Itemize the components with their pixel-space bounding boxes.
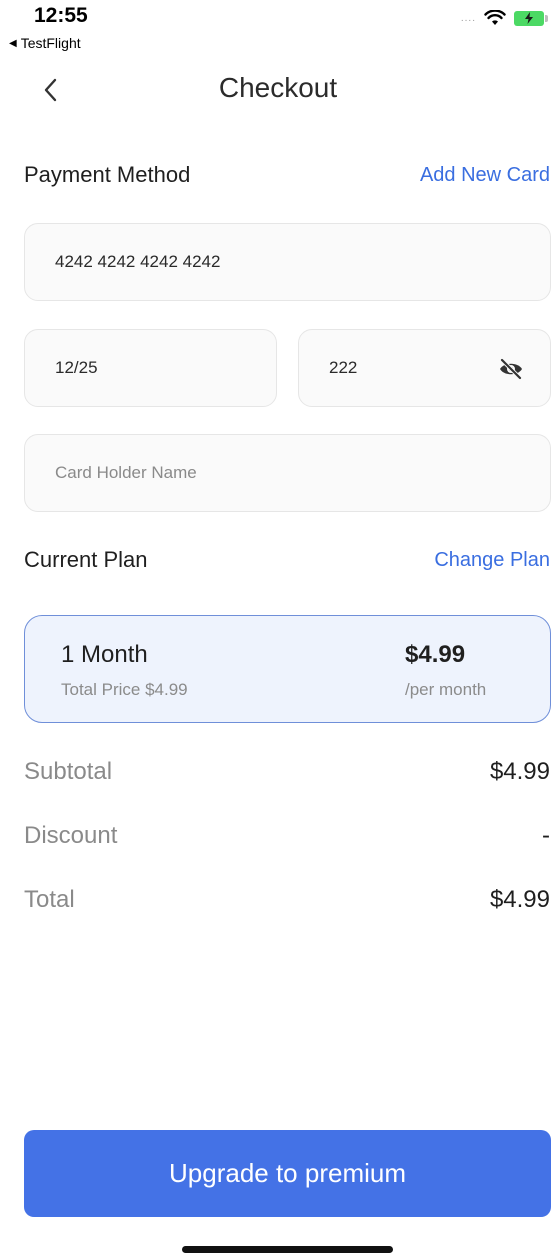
wifi-icon	[484, 10, 506, 25]
upgrade-button-label: Upgrade to premium	[169, 1158, 406, 1188]
status-time: 12:55	[34, 4, 88, 27]
eye-slash-icon[interactable]	[498, 357, 524, 381]
card-number-value: 4242 4242 4242 4242	[55, 252, 221, 271]
card-holder-name-field[interactable]: Card Holder Name	[24, 434, 551, 512]
current-plan-card[interactable]: 1 Month Total Price $4.99 $4.99 /per mon…	[24, 615, 551, 723]
total-label: Total	[24, 886, 75, 913]
status-indicators: ....	[460, 10, 548, 26]
current-plan-label: Current Plan	[24, 547, 148, 572]
plan-total-price: Total Price $4.99	[61, 680, 188, 699]
plan-period: /per month	[405, 680, 487, 699]
home-indicator[interactable]	[182, 1246, 393, 1253]
back-app-label: TestFlight	[20, 35, 81, 51]
card-number-field[interactable]: 4242 4242 4242 4242	[24, 223, 551, 301]
subtotal-label: Subtotal	[24, 758, 113, 785]
upgrade-to-premium-button[interactable]: Upgrade to premium	[24, 1130, 551, 1217]
discount-label: Discount	[24, 822, 118, 849]
expiry-field[interactable]: 12/25	[24, 329, 277, 407]
add-new-card-link[interactable]: Add New Card	[420, 164, 550, 187]
cvv-value: 222	[329, 358, 358, 377]
expiry-value: 12/25	[55, 358, 98, 377]
card-holder-placeholder: Card Holder Name	[55, 463, 197, 482]
back-triangle-icon: ◀	[9, 37, 17, 49]
change-plan-link[interactable]: Change Plan	[434, 549, 550, 572]
plan-name: 1 Month	[61, 641, 148, 668]
cellular-signal-icon: ....	[460, 12, 476, 24]
back-to-app-link[interactable]: ◀ TestFlight	[9, 35, 81, 51]
battery-charging-icon	[514, 10, 548, 26]
page-title: Checkout	[218, 72, 338, 103]
total-value: $4.99	[489, 886, 550, 913]
plan-price: $4.99	[405, 641, 466, 668]
cvv-field[interactable]: 222	[298, 329, 551, 407]
subtotal-value: $4.99	[489, 758, 550, 785]
payment-method-label: Payment Method	[24, 162, 191, 187]
discount-value: -	[542, 822, 550, 849]
